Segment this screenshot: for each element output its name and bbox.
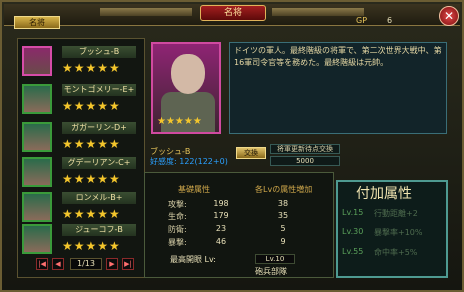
bonus-level: Lv.55: [342, 247, 364, 256]
right-wing-decoration: [272, 8, 364, 16]
close-button[interactable]: ✕: [439, 6, 459, 26]
roster-row-3[interactable]: ガガーリン-D+ ★★★★★: [20, 120, 140, 154]
prev-page-button[interactable]: ◀: [52, 258, 64, 270]
general-stars: ★★★★★: [62, 207, 121, 221]
general-stars: ★★★★★: [62, 137, 121, 151]
general-stars: ★★★★★: [62, 61, 121, 75]
general-name: ジューコフ-B: [62, 224, 136, 236]
base-stats-header: 基礎属性: [178, 185, 210, 194]
roster-row-6[interactable]: ジューコフ-B ★★★★★: [20, 222, 140, 256]
stat-base: 23: [215, 224, 227, 233]
stat-base: 46: [215, 237, 227, 246]
general-name: ガガーリン-D+: [62, 122, 136, 134]
stat-growth: 35: [277, 211, 289, 220]
roster-row-5[interactable]: ロンメル-B+ ★★★★★: [20, 190, 140, 224]
gp-label: GP: [356, 16, 368, 25]
general-stars: ★★★★★: [62, 239, 121, 253]
general-name: ブッシュ-B: [62, 46, 136, 58]
bonus-text: 暴撃率+10%: [374, 228, 423, 237]
stat-label: 暴撃:: [168, 238, 187, 247]
bonus-text: 行動距離+2: [374, 209, 418, 218]
max-level-label: 最高開眼 Lv:: [170, 255, 216, 264]
tab-generals[interactable]: 名将: [14, 16, 60, 29]
general-name: ロンメル-B+: [62, 192, 136, 204]
stat-label: 防衛:: [168, 225, 187, 234]
roster-row-4[interactable]: グデーリアン-C+ ★★★★★: [20, 155, 140, 189]
general-avatar: [22, 192, 52, 222]
growth-stats-header: 各Lvの属性増加: [255, 185, 313, 194]
window-title: 名将: [200, 5, 266, 21]
page-indicator: 1/13: [70, 258, 102, 270]
stat-label: 生命:: [168, 212, 187, 221]
selected-general-stat: 好感度: 122(122+0): [150, 157, 228, 166]
first-page-button[interactable]: |◀: [36, 258, 48, 270]
portrait-face: [171, 54, 205, 94]
stat-growth: 9: [280, 237, 286, 246]
bonus-text: 命中率+5%: [374, 248, 418, 257]
bonus-level: Lv.30: [342, 227, 364, 236]
roster-row-1[interactable]: ブッシュ-B ★★★★★: [20, 44, 140, 78]
reward-value: 5000: [270, 156, 340, 166]
stat-base: 179: [213, 211, 229, 220]
swap-button[interactable]: 交換: [236, 147, 266, 159]
left-wing-decoration: [100, 8, 192, 16]
stat-growth: 5: [280, 224, 286, 233]
general-avatar: [22, 46, 52, 76]
army-type: 砲兵部隊: [255, 267, 287, 276]
bonus-title: 付加属性: [356, 186, 412, 202]
general-avatar: [22, 157, 52, 187]
general-description: ドイツの軍人。最終階級の将軍で、第二次世界大戦中、第16軍司令官等を務めた。最終…: [229, 42, 447, 134]
general-portrait: ★★★★★: [151, 42, 221, 134]
stat-label: 攻撃:: [168, 200, 187, 209]
general-avatar: [22, 122, 52, 152]
stat-growth: 38: [277, 199, 289, 208]
gp-value: 6: [387, 16, 393, 25]
general-stars: ★★★★★: [62, 172, 121, 186]
last-page-button[interactable]: ▶|: [122, 258, 134, 270]
next-page-button[interactable]: ▶: [106, 258, 118, 270]
bonus-level: Lv.15: [342, 208, 364, 217]
portrait-stars: ★★★★★: [157, 116, 202, 127]
general-name: グデーリアン-C+: [62, 157, 136, 169]
general-avatar: [22, 84, 52, 114]
stat-base: 198: [213, 199, 229, 208]
general-name: モントゴメリー-E+: [62, 84, 136, 96]
general-stars: ★★★★★: [62, 99, 121, 113]
roster-row-2[interactable]: モントゴメリー-E+ ★★★★★: [20, 82, 140, 116]
reward-label: 将軍更新待点交換: [270, 144, 340, 154]
roster-pager: |◀ ◀ 1/13 ▶ ▶|: [30, 258, 134, 272]
general-avatar: [22, 224, 52, 254]
level-value: Lv.10: [255, 254, 295, 264]
